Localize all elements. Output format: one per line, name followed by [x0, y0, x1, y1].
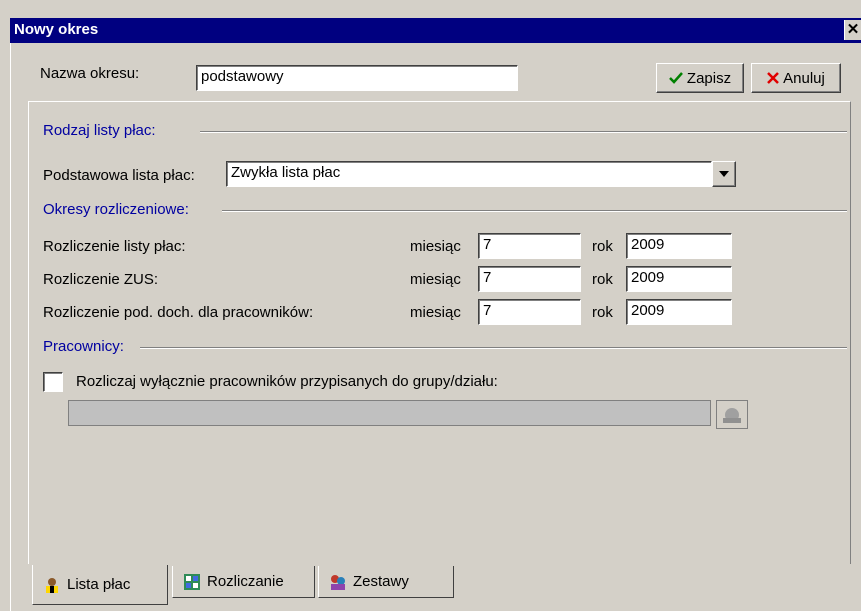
- tax-month-input[interactable]: 7: [478, 299, 581, 325]
- group-select-field[interactable]: [68, 400, 711, 426]
- calculator-icon: [184, 573, 200, 590]
- group-picker-button[interactable]: [716, 400, 748, 429]
- tab-label: Lista płac: [67, 576, 131, 593]
- tab-label: Rozliczanie: [207, 573, 284, 590]
- save-button-label: Zapisz: [686, 69, 732, 87]
- tax-year-input[interactable]: 2009: [626, 299, 732, 325]
- cross-icon: [767, 72, 780, 84]
- period-name-input[interactable]: podstawowy: [196, 65, 518, 91]
- year-label: rok: [592, 271, 613, 288]
- close-button[interactable]: ✕: [844, 20, 861, 40]
- tab-rozliczanie[interactable]: Rozliczanie: [172, 566, 315, 598]
- person-icon: [46, 577, 58, 593]
- base-payroll-select[interactable]: Zwykła lista płac: [226, 161, 712, 187]
- checkmark-icon: [669, 72, 683, 84]
- zus-year-input[interactable]: 2009: [626, 266, 732, 292]
- payroll-month-input[interactable]: 7: [478, 233, 581, 259]
- tab-lista-plac[interactable]: Lista płac: [32, 565, 168, 605]
- base-payroll-dropdown-button[interactable]: [712, 161, 736, 187]
- year-label: rok: [592, 304, 613, 321]
- close-icon: ✕: [846, 21, 860, 38]
- period-row-label: Rozliczenie listy płac:: [43, 238, 186, 255]
- section-divider: [140, 347, 847, 349]
- title-bar-band: [10, 18, 861, 43]
- month-label: miesiąc: [410, 271, 461, 288]
- section-title-payroll-type: Rodzaj listy płac:: [43, 122, 164, 139]
- tab-zestawy[interactable]: Zestawy: [318, 566, 454, 598]
- zus-month-input[interactable]: 7: [478, 266, 581, 292]
- title-bar: Nowy okres ✕: [0, 0, 861, 43]
- month-label: miesiąc: [410, 304, 461, 321]
- period-name-label: Nazwa okresu:: [40, 65, 140, 82]
- group-filter-label: Rozliczaj wyłącznie pracowników przypisa…: [76, 373, 498, 390]
- people-icon: [331, 574, 345, 590]
- section-divider: [222, 210, 847, 212]
- section-divider: [200, 131, 847, 133]
- base-payroll-label: Podstawowa lista płac:: [43, 167, 195, 184]
- month-label: miesiąc: [410, 238, 461, 255]
- group-filter-checkbox[interactable]: [43, 372, 63, 392]
- year-label: rok: [592, 238, 613, 255]
- cancel-button-label: Anuluj: [783, 69, 825, 87]
- period-row-label: Rozliczenie ZUS:: [43, 271, 159, 288]
- section-title-periods: Okresy rozliczeniowe:: [43, 201, 197, 218]
- period-row-label: Rozliczenie pod. doch. dla pracowników:: [43, 304, 314, 321]
- tab-label: Zestawy: [353, 573, 409, 590]
- save-button[interactable]: Zapisz: [656, 63, 744, 93]
- group-picker-icon: [723, 407, 741, 423]
- chevron-down-icon: [719, 171, 729, 177]
- section-title-employees: Pracownicy:: [43, 338, 132, 355]
- window-title: Nowy okres: [14, 21, 99, 38]
- payroll-year-input[interactable]: 2009: [626, 233, 732, 259]
- cancel-button[interactable]: Anuluj: [751, 63, 841, 93]
